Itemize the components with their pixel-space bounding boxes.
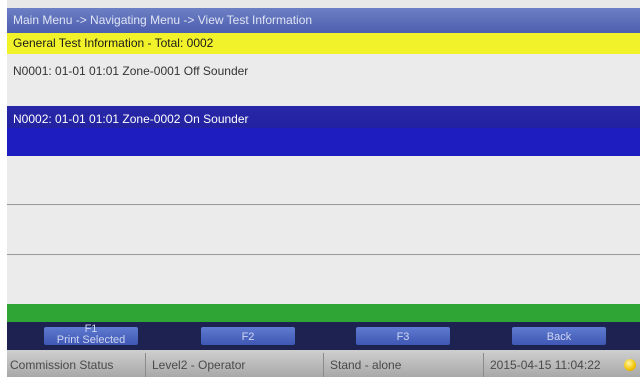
- list-item-selected[interactable]: N0002: 01-01 01:01 Zone-0002 On Sounder: [7, 106, 640, 156]
- f3-button[interactable]: F3: [355, 326, 451, 346]
- status-datetime: 2015-04-15 11:04:22: [490, 358, 601, 372]
- status-mode: Commission Status: [10, 358, 114, 372]
- f2-button[interactable]: F2: [200, 326, 296, 346]
- f2-key-label: F2: [241, 331, 255, 343]
- list-item-empty[interactable]: [7, 206, 640, 255]
- f1-action-label: Print Selected: [56, 334, 126, 346]
- back-label: Back: [546, 331, 572, 343]
- status-bar: Commission Status Level2 - Operator Stan…: [7, 350, 640, 377]
- list-item-empty[interactable]: [7, 156, 640, 205]
- selection-highlight: [7, 128, 640, 156]
- back-button[interactable]: Back: [511, 326, 607, 346]
- f3-key-label: F3: [396, 331, 410, 343]
- summary-header: General Test Information - Total: 0002: [7, 33, 640, 54]
- status-datetime-cell: 2015-04-15 11:04:22: [483, 353, 640, 377]
- panel-screen: Main Menu -> Navigating Menu -> View Tes…: [7, 0, 640, 377]
- list-item-empty[interactable]: [7, 256, 640, 304]
- status-network: Stand - alone: [323, 353, 483, 377]
- test-record-list: N0001: 01-01 01:01 Zone-0001 Off Sounder…: [7, 54, 640, 304]
- status-indicator-bar: [7, 304, 640, 322]
- record-text: N0001: 01-01 01:01 Zone-0001 Off Sounder: [13, 64, 249, 78]
- status-indicator-icon: [624, 359, 636, 371]
- breadcrumb: Main Menu -> Navigating Menu -> View Tes…: [7, 8, 640, 33]
- f1-print-selected-button[interactable]: F1 Print Selected: [43, 324, 139, 346]
- list-item[interactable]: N0001: 01-01 01:01 Zone-0001 Off Sounder: [7, 54, 640, 106]
- record-text: N0002: 01-01 01:01 Zone-0002 On Sounder: [13, 112, 249, 126]
- function-key-bar: F1 Print Selected F2 F3 Back: [7, 322, 640, 350]
- status-user-level: Level2 - Operator: [145, 353, 323, 377]
